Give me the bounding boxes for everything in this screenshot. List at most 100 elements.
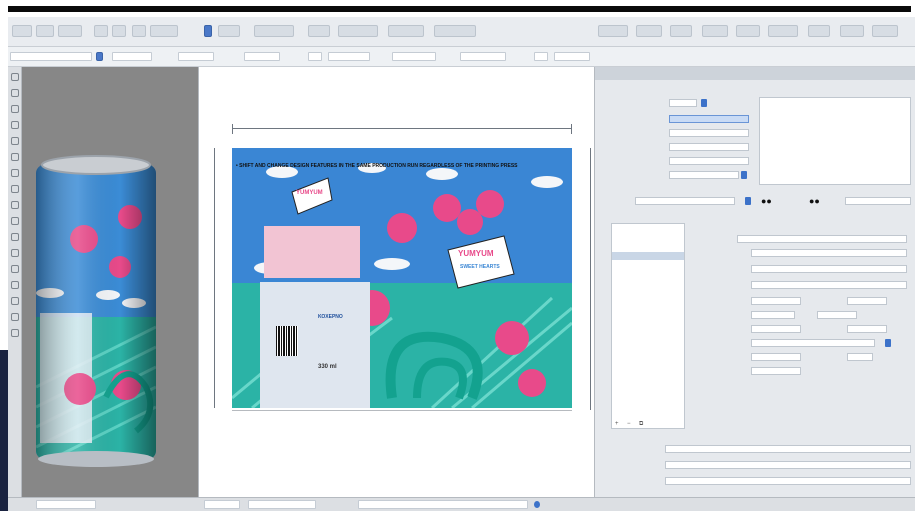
option-field[interactable] bbox=[460, 52, 506, 61]
parameter-field[interactable] bbox=[751, 249, 907, 257]
spot-color-button[interactable] bbox=[745, 197, 751, 205]
color-swatch[interactable] bbox=[96, 52, 103, 61]
parameter-field[interactable] bbox=[847, 297, 887, 305]
data-field[interactable] bbox=[665, 445, 911, 453]
parameter-field[interactable] bbox=[751, 339, 875, 347]
toolbar-button[interactable] bbox=[12, 25, 32, 37]
parameter-field[interactable] bbox=[847, 353, 873, 361]
toolbar-button[interactable] bbox=[768, 25, 798, 37]
toolbar-button[interactable] bbox=[58, 25, 82, 37]
parameter-field[interactable] bbox=[751, 281, 907, 289]
line-tool-icon[interactable] bbox=[11, 297, 19, 305]
toolbar-button[interactable] bbox=[736, 25, 760, 37]
barcode bbox=[276, 326, 298, 356]
property-dropdown-button[interactable] bbox=[741, 171, 747, 179]
parameter-field[interactable] bbox=[847, 325, 887, 333]
stroke-tool-icon[interactable] bbox=[11, 329, 19, 337]
option-field[interactable] bbox=[392, 52, 436, 61]
data-field[interactable] bbox=[665, 461, 911, 469]
parameter-button[interactable] bbox=[885, 339, 891, 347]
toolbar-button[interactable] bbox=[36, 25, 54, 37]
brush-tool-icon[interactable] bbox=[11, 265, 19, 273]
direct-select-tool-icon[interactable] bbox=[11, 89, 19, 97]
bleed-guide bbox=[590, 148, 591, 410]
zoom-tool-icon[interactable] bbox=[11, 201, 19, 209]
company-name: ΚΟΧΕΡΝΟ bbox=[318, 314, 343, 320]
list-item-selected[interactable] bbox=[612, 252, 684, 260]
option-field[interactable] bbox=[534, 52, 548, 61]
toolbar-button[interactable] bbox=[254, 25, 294, 37]
remove-icon[interactable]: − bbox=[627, 421, 631, 427]
option-field[interactable] bbox=[244, 52, 280, 61]
rotate-tool-icon[interactable] bbox=[11, 153, 19, 161]
toolbar-button[interactable] bbox=[670, 25, 692, 37]
toolbar-button[interactable] bbox=[808, 25, 830, 37]
pen-tool-icon[interactable] bbox=[11, 105, 19, 113]
opacity-field[interactable] bbox=[845, 197, 911, 205]
parameter-field[interactable] bbox=[751, 325, 801, 333]
fill-tool-icon[interactable] bbox=[11, 313, 19, 321]
toolbar-button[interactable] bbox=[150, 25, 178, 37]
text-tool-icon[interactable] bbox=[11, 121, 19, 129]
parameter-field[interactable] bbox=[817, 311, 857, 319]
select-tool-icon[interactable] bbox=[11, 73, 19, 81]
option-field[interactable] bbox=[328, 52, 370, 61]
toolbar-button[interactable] bbox=[840, 25, 864, 37]
parameter-field[interactable] bbox=[751, 297, 801, 305]
target-icon[interactable]: ●● bbox=[809, 196, 820, 206]
name-field[interactable] bbox=[669, 115, 749, 123]
toolbar-button[interactable] bbox=[338, 25, 378, 37]
zoom-field[interactable] bbox=[204, 500, 240, 509]
data-field[interactable] bbox=[665, 477, 911, 485]
status-field[interactable] bbox=[36, 500, 96, 509]
toolbar-button[interactable] bbox=[308, 25, 330, 37]
toolbar-button[interactable] bbox=[598, 25, 628, 37]
toolbar-button[interactable] bbox=[872, 25, 898, 37]
toolbar-button[interactable] bbox=[132, 25, 146, 37]
type-field[interactable] bbox=[669, 99, 697, 107]
parameter-field[interactable] bbox=[751, 367, 801, 375]
add-icon[interactable]: + bbox=[615, 421, 619, 427]
option-field[interactable] bbox=[554, 52, 590, 61]
toolbar-button[interactable] bbox=[112, 25, 126, 37]
property-field[interactable] bbox=[669, 157, 749, 165]
toolbar-toggle[interactable] bbox=[204, 25, 212, 37]
status-field[interactable] bbox=[248, 500, 316, 509]
brand-logo: YUMYUM bbox=[458, 249, 494, 258]
toolbar-button[interactable] bbox=[388, 25, 424, 37]
type-dropdown-button[interactable] bbox=[701, 99, 707, 107]
duplicate-icon[interactable]: ⧉ bbox=[639, 421, 643, 428]
toolbar-button[interactable] bbox=[94, 25, 108, 37]
panel-header bbox=[595, 67, 915, 80]
option-field[interactable] bbox=[178, 52, 214, 61]
parameter-field[interactable] bbox=[737, 235, 907, 243]
parameter-field[interactable] bbox=[751, 265, 907, 273]
option-field[interactable] bbox=[112, 52, 152, 61]
knife-tool-icon[interactable] bbox=[11, 249, 19, 257]
scale-tool-icon[interactable] bbox=[11, 169, 19, 177]
toolbar-button[interactable] bbox=[636, 25, 662, 37]
toolbar-button[interactable] bbox=[218, 25, 240, 37]
hand-tool-icon[interactable] bbox=[11, 217, 19, 225]
eye-icon[interactable]: ●● bbox=[761, 196, 772, 206]
toolbar-button[interactable] bbox=[434, 25, 476, 37]
spot-color-field[interactable] bbox=[635, 197, 735, 205]
parameter-field[interactable] bbox=[751, 353, 801, 361]
can-label-artwork[interactable]: YUMYUM YUMYUM SWEET HEARTS ΚΟΧΕΡΝΟ 330 m… bbox=[232, 148, 572, 408]
document-dropdown[interactable] bbox=[10, 52, 92, 61]
navigation-controls[interactable] bbox=[358, 500, 528, 509]
3d-preview-panel[interactable] bbox=[22, 67, 198, 497]
parameter-field[interactable] bbox=[751, 311, 795, 319]
measure-tool-icon[interactable] bbox=[11, 233, 19, 241]
option-field[interactable] bbox=[308, 52, 322, 61]
attribute-list[interactable] bbox=[759, 97, 911, 185]
gradient-tool-icon[interactable] bbox=[11, 281, 19, 289]
eyedropper-tool-icon[interactable] bbox=[11, 185, 19, 193]
property-field[interactable] bbox=[669, 143, 749, 151]
toolbar-button[interactable] bbox=[702, 25, 728, 37]
property-field[interactable] bbox=[669, 129, 749, 137]
bleed-guide-bottom bbox=[232, 410, 572, 411]
property-field[interactable] bbox=[669, 171, 739, 179]
shape-tool-icon[interactable] bbox=[11, 137, 19, 145]
variable-list[interactable] bbox=[611, 223, 685, 429]
